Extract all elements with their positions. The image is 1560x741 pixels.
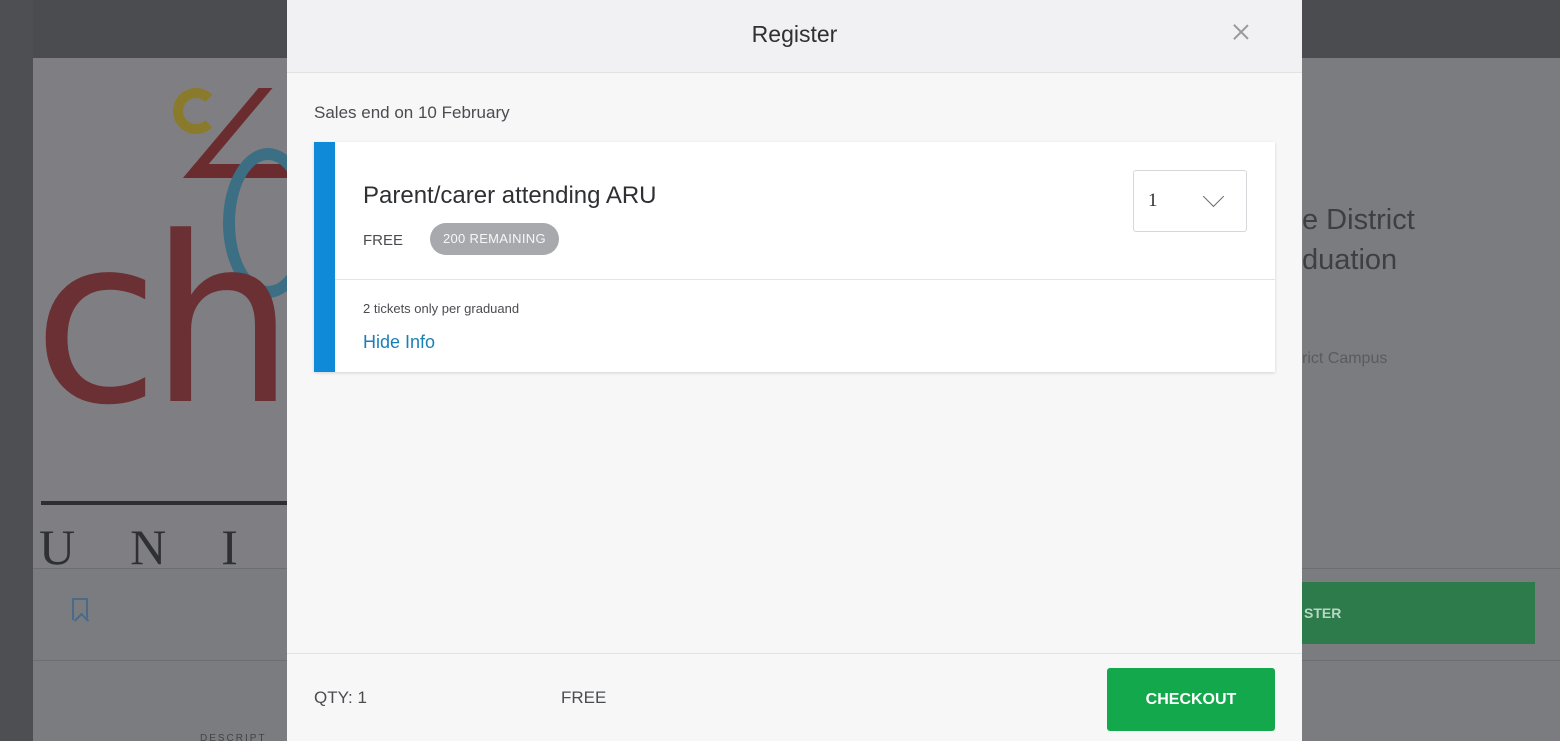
register-modal: Register Sales end on 10 February Parent…	[287, 0, 1302, 741]
ticket-name: Parent/carer attending ARU	[363, 182, 657, 209]
chevron-down-icon	[1202, 185, 1225, 208]
event-logo: ch UNI	[33, 58, 293, 568]
modal-header: Register	[287, 0, 1302, 73]
close-icon[interactable]	[1229, 20, 1253, 44]
modal-title: Register	[751, 21, 838, 47]
logo-subtext: UNI	[39, 519, 293, 568]
footer-total: FREE	[561, 688, 607, 707]
ticket-divider	[335, 279, 1275, 280]
logo-tassel-shape	[173, 88, 219, 134]
bookmark-icon[interactable]	[72, 598, 88, 620]
checkout-button[interactable]: CHECKOUT	[1107, 668, 1275, 731]
quantity-select[interactable]: 1	[1133, 170, 1247, 232]
tab-description[interactable]: DESCRIPT	[200, 733, 267, 741]
hide-info-link[interactable]: Hide Info	[363, 332, 435, 353]
ticket-card: Parent/carer attending ARU FREE 200 REMA…	[314, 142, 1275, 372]
register-button[interactable]: STER	[1302, 582, 1535, 644]
event-location: rict Campus	[1302, 350, 1388, 367]
logo-letters: ch	[33, 189, 293, 456]
ticket-note: 2 tickets only per graduand	[363, 301, 520, 316]
event-title: e District duation	[1302, 204, 1415, 276]
remaining-badge: 200 REMAINING	[430, 223, 559, 255]
ticket-price: FREE	[363, 232, 404, 249]
sales-end-text: Sales end on 10 February	[314, 103, 510, 122]
footer-quantity: QTY: 1	[314, 688, 367, 707]
page-left-gutter	[0, 0, 33, 741]
modal-footer: QTY: 1 FREE CHECKOUT	[287, 653, 1302, 741]
logo-rule	[41, 501, 293, 505]
ticket-accent-bar	[314, 142, 335, 372]
quantity-select-value: 1	[1148, 190, 1158, 211]
